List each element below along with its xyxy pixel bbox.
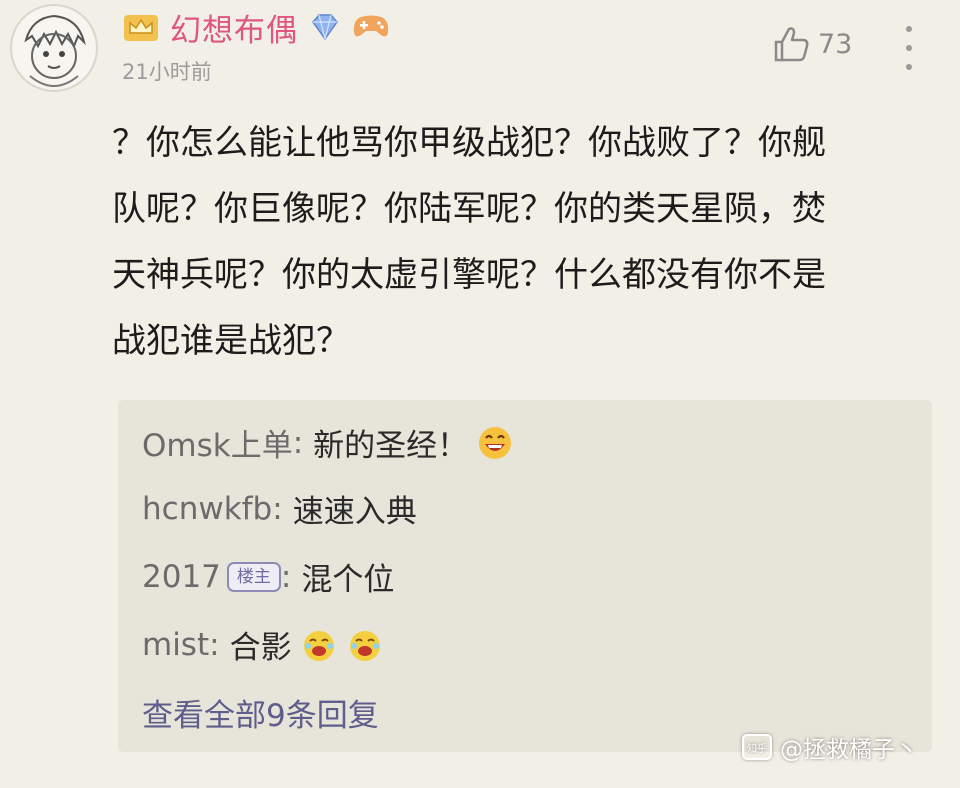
reply-text: 混个位 (301, 562, 395, 598)
reply-separator: : (272, 490, 283, 527)
reply-username[interactable]: hcnwkfb (142, 491, 272, 527)
reply-text: 新的圣经！ (313, 428, 469, 464)
comment-username[interactable]: 幻想布偶 (170, 5, 298, 50)
op-badge: 楼主 (226, 561, 281, 592)
crown-icon (124, 15, 158, 41)
reply-username[interactable]: Omsk上单 (142, 420, 293, 465)
reply-separator: : (209, 626, 220, 663)
reply-text: 合影 (229, 630, 292, 666)
reply-item: Omsk上单 : 新的圣经！ (142, 420, 514, 465)
watermark-text: @拯救橘子丶 (780, 737, 918, 763)
thumbs-up-icon (774, 27, 809, 62)
comment-line: 队呢？你巨像呢？你陆军呢？你的类天星陨，焚 (112, 189, 826, 229)
laugh-emoji-icon (303, 630, 334, 661)
reply-text: 速速入典 (292, 494, 417, 530)
laugh-emoji-icon (349, 630, 380, 661)
reply-username[interactable]: mist (142, 627, 209, 663)
avatar[interactable] (10, 4, 98, 92)
reply-item: mist : 合影 (142, 622, 384, 667)
comment-header: 幻想布偶 (122, 5, 390, 50)
reply-box: Omsk上单 : 新的圣经！ hcnwkfb : 速速入典 2017 楼主 : … (118, 400, 932, 752)
reply-username[interactable]: 2017 (142, 559, 221, 595)
more-icon[interactable] (896, 26, 922, 70)
zhihu-logo-icon: 知乎 (742, 734, 772, 760)
watermark: 知乎 @拯救橘子丶 (742, 730, 918, 764)
gamepad-icon (353, 15, 389, 37)
comment-line: 天神兵呢？你的太虚引擎呢？什么都没有你不是 (112, 255, 826, 295)
diamond-icon (312, 14, 338, 41)
view-all-replies-link[interactable]: 查看全部9条回复 (142, 690, 379, 735)
comment-time: 21小时前 (122, 60, 212, 84)
like-button[interactable]: 73 (772, 24, 852, 64)
grin-emoji-icon (479, 426, 512, 459)
reply-item: hcnwkfb : 速速入典 (142, 486, 417, 531)
comment-line: ？你怎么能让他骂你甲级战犯？你战败了？你舰 (112, 123, 826, 163)
comment-body: ？你怎么能让他骂你甲级战犯？你战败了？你舰 队呢？你巨像呢？你陆军呢？你的类天星… (112, 110, 932, 374)
reply-item: 2017 楼主 : 混个位 (142, 554, 394, 599)
like-count: 73 (818, 28, 853, 60)
comment-line: 战犯谁是战犯？ (112, 321, 350, 361)
reply-separator: : (280, 558, 292, 595)
reply-separator: : (292, 424, 304, 461)
